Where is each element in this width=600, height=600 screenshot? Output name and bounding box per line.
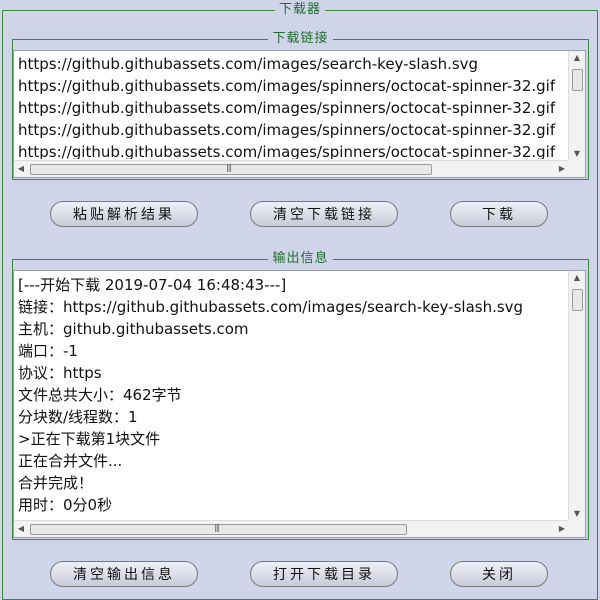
open-download-dir-button[interactable]: 打开下载目录 [250, 561, 398, 587]
output-line: 链接：https://github.githubassets.com/image… [18, 298, 524, 316]
output-line: 正在合并文件... [18, 452, 123, 470]
links-textarea[interactable]: https://github.githubassets.com/images/s… [13, 50, 586, 178]
scroll-grip-icon: ||| [214, 523, 220, 532]
link-line: https://github.githubassets.com/images/s… [18, 99, 556, 117]
paste-parse-result-button[interactable]: 粘贴解析结果 [50, 201, 198, 227]
scroll-corner [569, 161, 585, 177]
link-line: https://github.githubassets.com/images/s… [18, 143, 556, 159]
links-horizontal-scrollbar[interactable]: ◀ ||| ▶ [14, 160, 569, 177]
output-line: 分块数/线程数：1 [18, 408, 138, 426]
output-vertical-scrollbar[interactable]: ▲ ▼ [568, 271, 585, 521]
links-group-title: 下载链接 [268, 31, 333, 46]
scroll-up-arrow-icon[interactable]: ▲ [569, 271, 585, 285]
scroll-grip-icon: ||| [226, 163, 232, 172]
clear-links-button[interactable]: 清空下载链接 [250, 201, 398, 227]
scroll-thumb[interactable] [572, 289, 583, 311]
output-line: 用时：0分0秒 [18, 496, 113, 514]
output-line: 端口：-1 [18, 342, 78, 360]
output-lines: [---开始下载 2019-07-04 16:48:43---] 链接：http… [18, 274, 567, 519]
download-button[interactable]: 下载 [450, 201, 548, 227]
output-group-title: 输出信息 [268, 251, 333, 266]
link-line: https://github.githubassets.com/images/s… [18, 121, 556, 139]
clear-output-button[interactable]: 清空输出信息 [50, 561, 198, 587]
scroll-right-arrow-icon[interactable]: ▶ [555, 161, 569, 177]
output-line: 主机：github.githubassets.com [18, 320, 249, 338]
scroll-down-arrow-icon[interactable]: ▼ [569, 507, 585, 521]
output-textarea[interactable]: [---开始下载 2019-07-04 16:48:43---] 链接：http… [13, 270, 586, 538]
output-line: 文件总共大小：462字节 [18, 386, 182, 404]
window-title: 下载器 [274, 2, 325, 17]
links-lines: https://github.githubassets.com/images/s… [18, 53, 567, 159]
links-vertical-scrollbar[interactable]: ▲ ▼ [568, 51, 585, 161]
output-line: >正在下载第1块文件 [18, 430, 161, 448]
scroll-left-arrow-icon[interactable]: ◀ [14, 521, 28, 537]
link-line: https://github.githubassets.com/images/s… [18, 55, 479, 73]
scroll-corner [569, 521, 585, 537]
link-line: https://github.githubassets.com/images/s… [18, 77, 556, 95]
scroll-up-arrow-icon[interactable]: ▲ [569, 51, 585, 65]
scroll-down-arrow-icon[interactable]: ▼ [569, 147, 585, 161]
output-line: 合并完成！ [18, 474, 94, 492]
close-button[interactable]: 关闭 [450, 561, 548, 587]
scroll-left-arrow-icon[interactable]: ◀ [14, 161, 28, 177]
scroll-right-arrow-icon[interactable]: ▶ [555, 521, 569, 537]
output-line: [---开始下载 2019-07-04 16:48:43---] [18, 276, 287, 294]
scroll-thumb[interactable] [572, 69, 583, 91]
output-line: 协议：https [18, 364, 102, 382]
output-horizontal-scrollbar[interactable]: ◀ ||| ▶ [14, 520, 569, 537]
